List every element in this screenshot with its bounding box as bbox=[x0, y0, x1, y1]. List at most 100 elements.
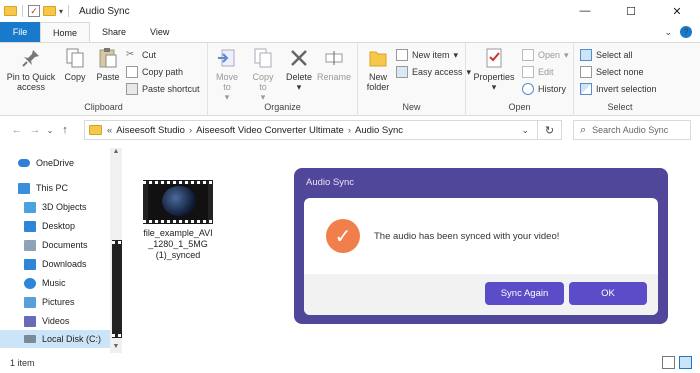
dialog-title: Audio Sync bbox=[306, 177, 355, 188]
easy-access-button[interactable]: Easy access ▾ bbox=[396, 66, 471, 78]
delete-button[interactable]: Delete ▾ bbox=[284, 47, 314, 92]
nav-item-local-disk[interactable]: Local Disk (C:) bbox=[0, 330, 110, 348]
sync-again-button[interactable]: Sync Again bbox=[485, 282, 564, 305]
refresh-button[interactable]: ↻ bbox=[537, 121, 561, 139]
nav-item-videos[interactable]: Videos bbox=[24, 312, 110, 330]
edit-button[interactable]: Edit bbox=[522, 66, 554, 78]
quick-access-toolbar: ✓ ▾ bbox=[0, 5, 71, 17]
breadcrumb-video-converter[interactable]: Aiseesoft Video Converter Ultimate bbox=[193, 125, 347, 136]
toolbar-divider bbox=[22, 5, 23, 17]
minimize-button[interactable]: — bbox=[562, 0, 608, 22]
new-item-dropdown-icon: ▾ bbox=[453, 49, 459, 60]
dialog-body: ✓ The audio has been synced with your vi… bbox=[304, 198, 658, 315]
close-button[interactable]: ✕ bbox=[654, 0, 700, 22]
open-button[interactable]: Open ▾ bbox=[522, 49, 569, 61]
nav-item-this-pc[interactable]: This PC bbox=[18, 179, 110, 197]
pin-quick-access-button[interactable]: Pin to Quick access bbox=[4, 47, 58, 92]
collapse-ribbon-icon[interactable]: ⌄ bbox=[664, 27, 672, 38]
music-icon bbox=[24, 277, 36, 289]
scroll-down-button[interactable]: ▼ bbox=[110, 343, 122, 353]
navigation-pane: OneDrive This PC 3D Objects Desktop Docu… bbox=[0, 148, 124, 353]
nav-item-pictures[interactable]: Pictures bbox=[24, 293, 110, 311]
select-all-icon bbox=[580, 49, 592, 61]
nav-item-music[interactable]: Music bbox=[24, 274, 110, 292]
forward-button[interactable]: → bbox=[26, 124, 44, 136]
address-dropdown-icon[interactable]: ⌄ bbox=[521, 125, 529, 136]
file-name: file_example_AVI _1280_1_5MG (1)_synced bbox=[143, 228, 213, 260]
new-item-button[interactable]: New item ▾ bbox=[396, 49, 458, 61]
copy-button[interactable]: Copy bbox=[60, 47, 90, 82]
ok-button[interactable]: OK bbox=[569, 282, 647, 305]
audio-sync-dialog: Audio Sync ✓ The audio has been synced w… bbox=[294, 168, 668, 324]
copy-path-button[interactable]: Copy path bbox=[126, 66, 183, 78]
move-to-button[interactable]: Move to ▾ bbox=[212, 47, 242, 102]
nav-item-3d-objects[interactable]: 3D Objects bbox=[24, 198, 110, 216]
toolbar-divider bbox=[68, 5, 70, 17]
clipboard-group-label: Clipboard bbox=[84, 102, 123, 112]
search-icon: ⌕ bbox=[580, 123, 587, 136]
tab-view[interactable]: View bbox=[138, 22, 181, 42]
address-bar[interactable]: « Aiseesoft Studio › Aiseesoft Video Con… bbox=[84, 120, 562, 140]
ribbon-tabs: File Home Share View ⌄ ? bbox=[0, 22, 700, 42]
scroll-up-button[interactable]: ▲ bbox=[110, 148, 122, 158]
select-group: Select all Select none Invert selection … bbox=[574, 43, 666, 116]
back-button[interactable]: ← bbox=[8, 124, 26, 136]
tab-home[interactable]: Home bbox=[40, 22, 91, 42]
breadcrumb-audio-sync[interactable]: Audio Sync bbox=[352, 125, 406, 136]
rename-button[interactable]: Rename bbox=[316, 47, 352, 82]
open-group: Properties ▾ Open ▾ Edit History Open bbox=[466, 43, 574, 116]
tab-share[interactable]: Share bbox=[90, 22, 138, 42]
search-input[interactable]: ⌕ Search Audio Sync bbox=[573, 120, 691, 140]
help-icon[interactable]: ? bbox=[680, 26, 692, 38]
paste-button[interactable]: Paste bbox=[93, 47, 123, 82]
up-button[interactable]: ↑ bbox=[56, 124, 74, 136]
copy-icon bbox=[64, 47, 86, 69]
window-controls: — ☐ ✕ bbox=[562, 0, 700, 22]
nav-item-desktop[interactable]: Desktop bbox=[24, 217, 110, 235]
title-bar: ✓ ▾ Audio Sync — ☐ ✕ bbox=[0, 0, 700, 22]
properties-button[interactable]: Properties ▾ bbox=[472, 47, 516, 92]
properties-check-icon[interactable]: ✓ bbox=[28, 5, 40, 17]
customize-toolbar-icon[interactable]: ▾ bbox=[59, 7, 63, 16]
dialog-footer: Sync Again OK bbox=[304, 274, 658, 315]
maximize-button[interactable]: ☐ bbox=[608, 0, 654, 22]
select-none-button[interactable]: Select none bbox=[580, 66, 644, 78]
paste-shortcut-button[interactable]: Paste shortcut bbox=[126, 83, 200, 95]
pin-icon bbox=[20, 47, 42, 69]
nav-item-onedrive[interactable]: OneDrive bbox=[18, 154, 110, 172]
file-item[interactable]: file_example_AVI _1280_1_5MG (1)_synced bbox=[138, 180, 218, 261]
nav-scrollbar[interactable]: ▲ ▼ bbox=[110, 148, 122, 353]
invert-selection-button[interactable]: Invert selection bbox=[580, 83, 657, 95]
copy-to-button[interactable]: Copy to ▾ bbox=[248, 47, 278, 102]
scroll-thumb[interactable] bbox=[112, 240, 122, 338]
new-folder-button[interactable]: New folder bbox=[362, 47, 394, 92]
history-button[interactable]: History bbox=[522, 83, 566, 95]
tab-file[interactable]: File bbox=[0, 22, 40, 42]
open-icon bbox=[522, 49, 534, 61]
status-bar: 1 item bbox=[0, 353, 700, 373]
path-overflow-button[interactable]: « bbox=[106, 125, 113, 136]
recent-locations-button[interactable]: ⌄ bbox=[44, 126, 56, 135]
open-dropdown-icon: ▾ bbox=[564, 49, 569, 60]
cut-button[interactable]: ✂ Cut bbox=[126, 49, 156, 61]
details-view-button[interactable] bbox=[662, 356, 675, 369]
organize-group: Move to ▾ Copy to ▾ Delete ▾ Rename Orga… bbox=[208, 43, 358, 116]
new-item-icon bbox=[396, 49, 408, 61]
folder-icon bbox=[4, 6, 17, 16]
new-folder-icon[interactable] bbox=[43, 6, 56, 16]
planet-image bbox=[162, 186, 196, 216]
large-icons-view-button[interactable] bbox=[679, 356, 692, 369]
dialog-message: The audio has been synced with your vide… bbox=[374, 230, 560, 242]
computer-icon bbox=[18, 182, 30, 194]
breadcrumb-aiseesoft-studio[interactable]: Aiseesoft Studio bbox=[113, 125, 188, 136]
delete-icon bbox=[288, 47, 310, 69]
video-thumbnail bbox=[143, 180, 213, 224]
select-all-button[interactable]: Select all bbox=[580, 49, 633, 61]
nav-item-downloads[interactable]: Downloads bbox=[24, 255, 110, 273]
properties-dropdown-icon: ▾ bbox=[491, 82, 497, 92]
cube-icon bbox=[24, 201, 36, 213]
select-none-icon bbox=[580, 66, 592, 78]
invert-selection-icon bbox=[580, 83, 592, 95]
disk-icon bbox=[24, 335, 36, 343]
nav-item-documents[interactable]: Documents bbox=[24, 236, 110, 254]
